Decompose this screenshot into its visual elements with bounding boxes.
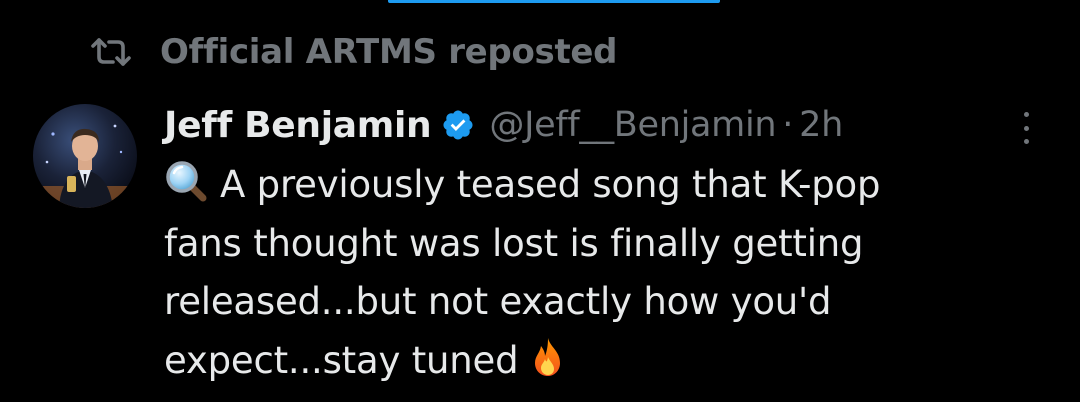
fire-icon [526,335,570,379]
magnifying-glass-icon [164,159,208,203]
repost-label: Official ARTMS reposted [160,32,618,72]
more-options-icon[interactable] [1011,108,1041,148]
separator-dot: · [782,105,794,145]
repost-context[interactable]: Official ARTMS reposted [88,26,618,78]
tweet-header: Jeff Benjamin @Jeff__Benjamin · 2h [164,98,843,152]
tweet-text-line-1: A previously teased song that K-pop [164,156,1044,215]
tweet-text: A previously teased song that K-pop fans… [164,156,1044,390]
author-display-name[interactable]: Jeff Benjamin [164,105,432,146]
avatar[interactable] [33,104,137,208]
tweet-text-line-2: fans thought was lost is finally getting [164,221,864,265]
repost-icon [88,32,134,72]
tweet-text-line-3: released...but not exactly how you'd [164,280,832,323]
tab-indicator [388,0,720,3]
tweet-text-line-4: expect...stay tuned [164,332,1044,391]
author-handle[interactable]: @Jeff__Benjamin [489,105,776,145]
tweet-timestamp[interactable]: 2h [799,105,843,145]
verified-badge-icon [441,107,477,143]
